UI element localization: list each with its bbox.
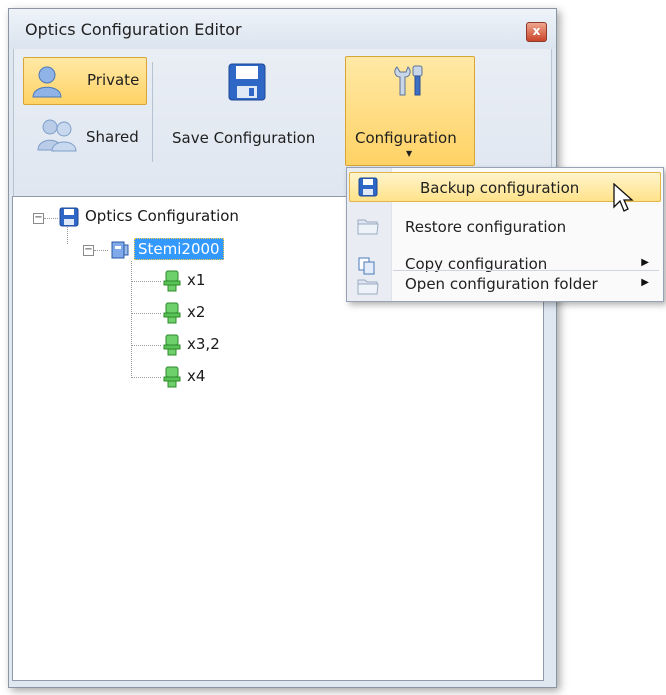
menu-item-label: Open configuration folder <box>405 275 598 293</box>
tree-node-stemi2000[interactable]: Stemi2000 <box>134 238 224 260</box>
folder-icon <box>357 219 379 235</box>
mouse-pointer-icon <box>613 183 634 212</box>
menu-item-restore[interactable]: Restore configuration <box>349 212 661 242</box>
title-bar[interactable]: Optics Configuration Editor x <box>9 9 556 49</box>
menu-item-open-folder[interactable]: Open configuration folder ▶ <box>349 272 661 300</box>
menu-item-label: Restore configuration <box>405 218 567 236</box>
floppy-disk-icon <box>59 207 79 227</box>
tree-node-root[interactable]: Optics Configuration <box>85 207 239 225</box>
configuration-label: Configuration <box>355 129 457 147</box>
eyepiece-icon <box>163 270 181 292</box>
tree-node-x4[interactable]: x4 <box>187 367 205 385</box>
floppy-disk-icon <box>228 63 266 101</box>
submenu-arrow-icon: ▶ <box>641 277 649 288</box>
save-icon <box>358 177 378 197</box>
window-title: Optics Configuration Editor <box>25 20 242 39</box>
microscope-icon <box>111 241 129 259</box>
private-button[interactable]: Private <box>23 57 147 105</box>
tree-node-x3-2[interactable]: x3,2 <box>187 335 220 353</box>
user-icon <box>32 66 62 98</box>
shared-label: Shared <box>86 128 139 146</box>
tree-node-x2[interactable]: x2 <box>187 303 205 321</box>
collapse-toggle-root[interactable]: − <box>33 213 44 224</box>
chevron-down-icon: ▼ <box>406 149 413 158</box>
ribbon-separator <box>152 62 153 162</box>
tools-icon <box>394 65 423 96</box>
menu-item-label: Backup configuration <box>420 179 580 197</box>
private-label: Private <box>87 71 140 89</box>
eyepiece-icon <box>163 366 181 388</box>
eyepiece-icon <box>163 334 181 356</box>
tree-node-x1[interactable]: x1 <box>187 271 205 289</box>
folder-icon <box>357 279 379 295</box>
save-configuration-button[interactable]: Save Configuration <box>162 56 342 166</box>
close-button[interactable]: x <box>526 22 547 42</box>
collapse-toggle-stemi2000[interactable]: − <box>83 245 94 256</box>
submenu-arrow-icon: ▶ <box>641 257 649 268</box>
menu-separator <box>393 270 659 271</box>
shared-button[interactable]: Shared <box>23 110 147 158</box>
configuration-dropdown-button[interactable]: Configuration ▼ <box>345 56 475 166</box>
eyepiece-icon <box>163 302 181 324</box>
save-configuration-label: Save Configuration <box>172 129 316 147</box>
users-icon <box>37 119 77 152</box>
close-icon: x <box>532 24 541 38</box>
